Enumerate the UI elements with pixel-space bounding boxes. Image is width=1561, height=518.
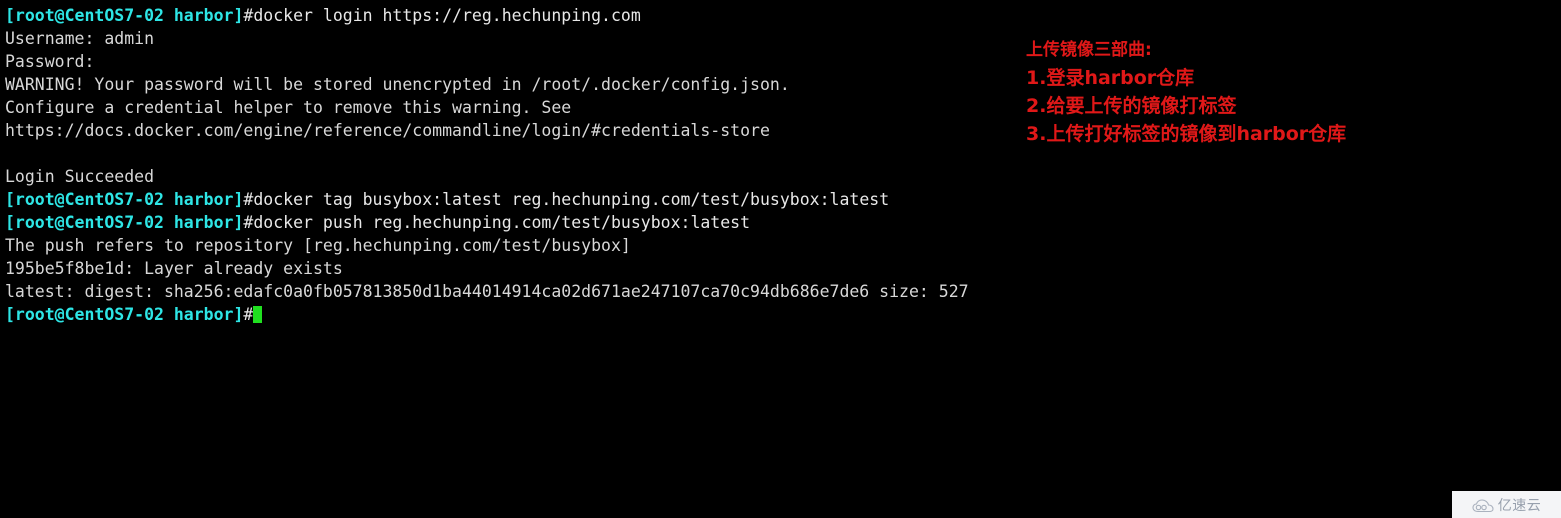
annotation-overlay: 上传镜像三部曲: 1.登录harbor仓库 2.给要上传的镜像打标签 3.上传打…: [1026, 36, 1366, 148]
terminal-cursor: [253, 306, 263, 323]
shell-prompt: [root@CentOS7-02 harbor]: [5, 305, 244, 324]
annotation-step-2: 2.给要上传的镜像打标签: [1026, 95, 1237, 117]
terminal-line: Configure a credential helper to remove …: [5, 98, 572, 117]
terminal-line: 195be5f8be1d: Layer already exists: [5, 259, 343, 278]
annotation-step-3: 3.上传打好标签的镜像到harbor仓库: [1026, 123, 1347, 145]
terminal-window[interactable]: [root@CentOS7-02 harbor]#docker login ht…: [0, 0, 1561, 518]
annotation-step-1: 1.登录harbor仓库: [1026, 67, 1195, 89]
terminal-line-active[interactable]: [root@CentOS7-02 harbor]#: [5, 303, 1005, 326]
shell-command: #docker tag busybox:latest reg.hechunpin…: [243, 190, 890, 209]
shell-prompt: [root@CentOS7-02 harbor]: [5, 213, 244, 232]
shell-prompt: [root@CentOS7-02 harbor]: [5, 190, 244, 209]
terminal-line: WARNING! Your password will be stored un…: [5, 75, 790, 94]
shell-command: #: [243, 305, 254, 324]
terminal-line: The push refers to repository [reg.hechu…: [5, 236, 631, 255]
shell-command: #docker push reg.hechunping.com/test/bus…: [243, 213, 751, 232]
shell-command: #docker login https://reg.hechunping.com: [243, 6, 641, 25]
terminal-line: Username: admin: [5, 29, 155, 48]
terminal-line: [root@CentOS7-02 harbor]#docker push reg…: [5, 211, 1005, 234]
terminal-line: https://docs.docker.com/engine/reference…: [5, 121, 770, 140]
terminal-line: Password:: [5, 52, 95, 71]
terminal-line: Login Succeeded: [5, 167, 155, 186]
terminal-output: [root@CentOS7-02 harbor]#docker login ht…: [5, 4, 1005, 326]
annotation-title: 上传镜像三部曲:: [1026, 40, 1152, 60]
watermark-label: 亿速云: [1497, 497, 1542, 514]
terminal-line: [root@CentOS7-02 harbor]#docker login ht…: [5, 4, 1005, 27]
shell-prompt: [root@CentOS7-02 harbor]: [5, 6, 244, 25]
watermark: 亿速云: [1452, 491, 1561, 518]
terminal-line: [root@CentOS7-02 harbor]#docker tag busy…: [5, 188, 1005, 211]
terminal-line: latest: digest: sha256:edafc0a0fb0578138…: [5, 282, 969, 301]
cloud-logo-icon: [1472, 498, 1494, 512]
